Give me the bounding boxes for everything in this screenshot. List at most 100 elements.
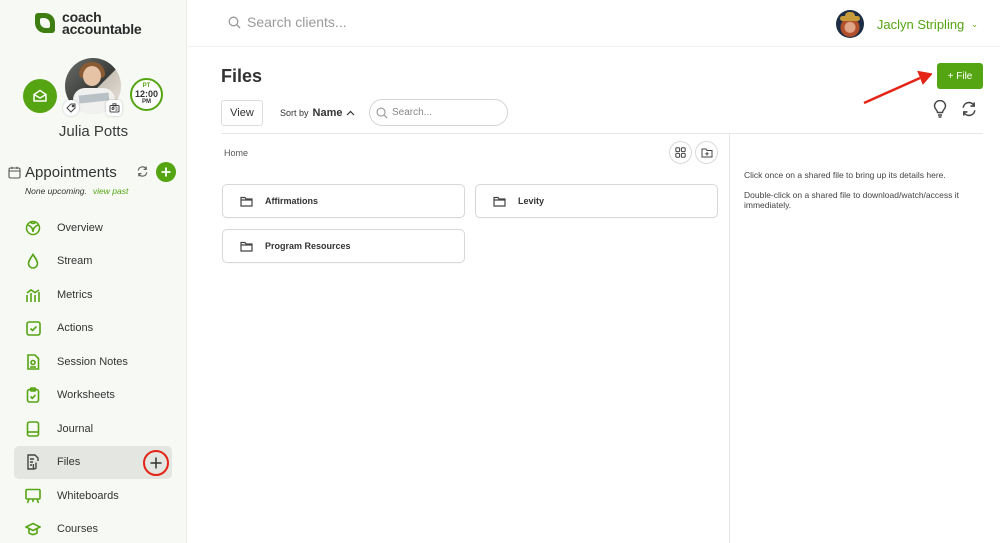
sidebar-item-overview[interactable]: Overview <box>14 211 172 245</box>
metrics-icon <box>26 288 40 302</box>
file-search-input[interactable] <box>392 107 502 118</box>
sidebar: coach accountable PT 12:00 PM Julia Pott… <box>0 0 187 543</box>
tag-button[interactable] <box>63 100 79 116</box>
courses-icon <box>25 522 41 536</box>
timezone-time: 12:00 <box>134 89 159 99</box>
folder-icon <box>240 196 253 207</box>
folder-item[interactable]: Affirmations <box>222 184 465 218</box>
sidebar-item-actions[interactable]: Actions <box>14 312 172 346</box>
add-file-sidebar-button[interactable] <box>143 449 169 476</box>
lightbulb-icon <box>933 99 947 118</box>
client-profile: PT 12:00 PM Julia Potts <box>0 56 187 146</box>
sidebar-item-label: Stream <box>57 255 93 268</box>
sidebar-item-metrics[interactable]: Metrics <box>14 278 172 312</box>
logo[interactable]: coach accountable <box>35 10 142 37</box>
sidebar-item-whiteboards[interactable]: Whiteboards <box>14 479 172 513</box>
stream-icon <box>27 253 39 270</box>
logo-line2: accountable <box>62 21 142 37</box>
sidebar-item-label: Journal <box>57 422 94 435</box>
overview-icon <box>25 220 41 235</box>
client-search-input[interactable] <box>247 14 497 30</box>
view-button[interactable]: View <box>221 100 263 126</box>
search-icon <box>376 107 388 118</box>
app: coach accountable PT 12:00 PM Julia Pott… <box>0 0 1000 543</box>
sidebar-item-label: Worksheets <box>57 389 115 402</box>
new-folder-button[interactable] <box>695 141 718 164</box>
folder-plus-icon <box>701 148 712 158</box>
details-divider <box>729 134 730 543</box>
details-hint-single-click: Click once on a shared file to bring up … <box>744 170 946 180</box>
details-hint-double-click: Double-click on a shared file to downloa… <box>744 190 959 210</box>
folder-icon <box>240 241 253 252</box>
page-title: Files <box>221 66 263 86</box>
sort-field: Name <box>312 107 343 119</box>
folder-item[interactable]: Levity <box>475 184 718 218</box>
folder-name: Levity <box>518 196 545 206</box>
worksheets-icon <box>26 387 40 404</box>
add-file-button[interactable]: + File <box>937 63 983 89</box>
sidebar-item-label: Files <box>57 456 81 469</box>
sidebar-item-worksheets[interactable]: Worksheets <box>14 379 172 413</box>
sidebar-item-journal[interactable]: Journal <box>14 412 172 446</box>
sidebar-item-files[interactable]: Files <box>14 445 172 479</box>
details-panel: Click once on a shared file to bring up … <box>744 170 974 210</box>
user-name: Jaclyn Stripling <box>876 16 965 32</box>
user-avatar <box>835 10 864 38</box>
actions-icon <box>25 320 41 336</box>
folder-name: Affirmations <box>265 196 319 206</box>
grid-view-button[interactable] <box>669 141 692 164</box>
sidebar-item-label: Whiteboards <box>57 489 119 502</box>
sidebar-item-courses[interactable]: Courses <box>14 513 172 543</box>
whiteboards-icon <box>25 488 41 504</box>
annotation-arrow-icon <box>863 70 932 105</box>
add-appointment-button[interactable] <box>156 162 176 182</box>
client-search <box>228 14 497 30</box>
folder-item[interactable]: Program Resources <box>222 229 465 263</box>
tag-icon <box>66 103 76 113</box>
search-icon <box>228 16 241 28</box>
header-divider <box>221 133 983 134</box>
logo-text: coach accountable <box>62 10 142 37</box>
grid-icon <box>675 147 686 158</box>
plus-icon <box>150 457 162 468</box>
session-notes-icon <box>27 353 40 370</box>
sidebar-nav: Overview Stream Metrics Actions Session … <box>14 211 172 543</box>
topbar: Jaclyn Stripling ⌄ <box>188 0 1000 47</box>
breadcrumb-home[interactable]: Home <box>224 148 248 158</box>
appointments-status: None upcoming. <box>25 186 87 196</box>
calendar-icon <box>8 166 21 179</box>
tips-button[interactable] <box>933 99 947 123</box>
sidebar-item-label: Courses <box>57 523 98 536</box>
client-timezone-badge: PT 12:00 PM <box>130 78 163 111</box>
user-menu[interactable]: Jaclyn Stripling ⌄ <box>835 10 978 38</box>
sidebar-item-session-notes[interactable]: Session Notes <box>14 345 172 379</box>
sidebar-item-stream[interactable]: Stream <box>14 245 172 279</box>
sort-control[interactable]: Sort by Name <box>280 107 355 119</box>
logo-mark-icon <box>35 13 55 33</box>
sidebar-item-label: Overview <box>57 221 103 234</box>
appointments-refresh-button[interactable] <box>136 165 149 183</box>
sidebar-item-label: Session Notes <box>57 355 128 368</box>
file-search <box>369 99 508 126</box>
journal-icon <box>26 420 40 437</box>
message-button[interactable] <box>23 79 57 113</box>
appointments-title: Appointments <box>25 163 117 181</box>
appointments-section: Appointments None upcoming. view past <box>8 162 178 196</box>
chevron-up-icon <box>347 110 355 116</box>
client-name: Julia Potts <box>58 123 129 140</box>
refresh-button[interactable] <box>960 100 978 123</box>
refresh-icon <box>962 101 976 117</box>
files-icon <box>27 454 39 470</box>
id-card-icon <box>109 103 119 113</box>
envelope-open-icon <box>33 89 47 102</box>
contact-card-button[interactable] <box>106 100 122 116</box>
plus-icon <box>161 167 171 177</box>
view-past-link[interactable]: view past <box>93 186 128 196</box>
chevron-down-icon: ⌄ <box>971 19 978 29</box>
timezone-ampm: PM <box>142 99 151 105</box>
folder-name: Program Resources <box>265 241 351 251</box>
sidebar-item-label: Metrics <box>57 288 93 301</box>
folder-icon <box>493 196 506 207</box>
sort-prefix: Sort by <box>280 108 309 118</box>
refresh-icon <box>137 166 148 177</box>
